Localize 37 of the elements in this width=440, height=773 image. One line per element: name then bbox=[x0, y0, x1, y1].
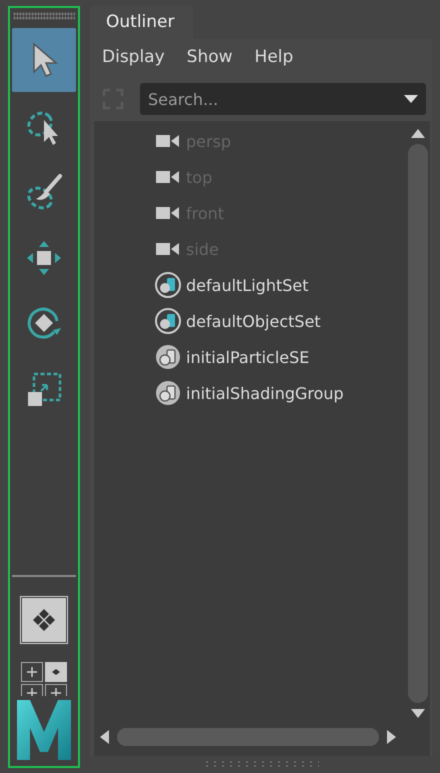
scroll-down-icon[interactable] bbox=[411, 709, 425, 718]
shading-group-icon bbox=[154, 379, 182, 407]
add-button[interactable] bbox=[21, 662, 43, 682]
scroll-right-icon[interactable] bbox=[387, 730, 396, 744]
layout-button[interactable] bbox=[45, 662, 67, 682]
outliner-tab[interactable]: Outliner bbox=[90, 6, 192, 39]
plus-icon bbox=[24, 686, 40, 696]
menu-item[interactable]: Help bbox=[254, 47, 294, 77]
scroll-up-icon[interactable] bbox=[411, 129, 425, 138]
scroll-thumb[interactable] bbox=[408, 144, 428, 703]
item-label: defaultObjectSet bbox=[186, 312, 321, 330]
outliner-item[interactable]: defaultLightSet bbox=[154, 267, 406, 303]
add-button[interactable] bbox=[21, 684, 43, 696]
item-label: defaultLightSet bbox=[186, 276, 308, 294]
outliner-item[interactable]: initialParticleSE bbox=[154, 339, 406, 375]
add-button[interactable] bbox=[45, 684, 67, 696]
horizontal-scrollbar[interactable] bbox=[94, 724, 430, 756]
outliner-item[interactable]: initialShadingGroup bbox=[154, 375, 406, 411]
search-field[interactable]: Search... bbox=[140, 83, 426, 115]
item-label: initialShadingGroup bbox=[186, 384, 344, 402]
paint-select-icon bbox=[24, 172, 64, 212]
scroll-thumb[interactable] bbox=[117, 728, 379, 746]
plus-icon bbox=[24, 664, 40, 680]
menu-item[interactable]: Display bbox=[102, 47, 165, 77]
shading-group-icon bbox=[154, 343, 182, 371]
item-label: initialParticleSE bbox=[186, 348, 310, 366]
set-icon bbox=[154, 307, 182, 335]
menu-item[interactable]: Show bbox=[186, 47, 233, 77]
set-icon bbox=[154, 271, 182, 299]
plus-icon bbox=[48, 686, 64, 696]
dropdown-caret-icon[interactable] bbox=[404, 94, 418, 104]
grip-handle[interactable] bbox=[13, 12, 75, 20]
outliner-item[interactable]: defaultObjectSet bbox=[154, 303, 406, 339]
layout-button[interactable] bbox=[19, 595, 69, 645]
select-tool-button[interactable] bbox=[12, 28, 76, 92]
m-logo-icon bbox=[14, 698, 74, 762]
scroll-left-icon[interactable] bbox=[100, 730, 109, 744]
